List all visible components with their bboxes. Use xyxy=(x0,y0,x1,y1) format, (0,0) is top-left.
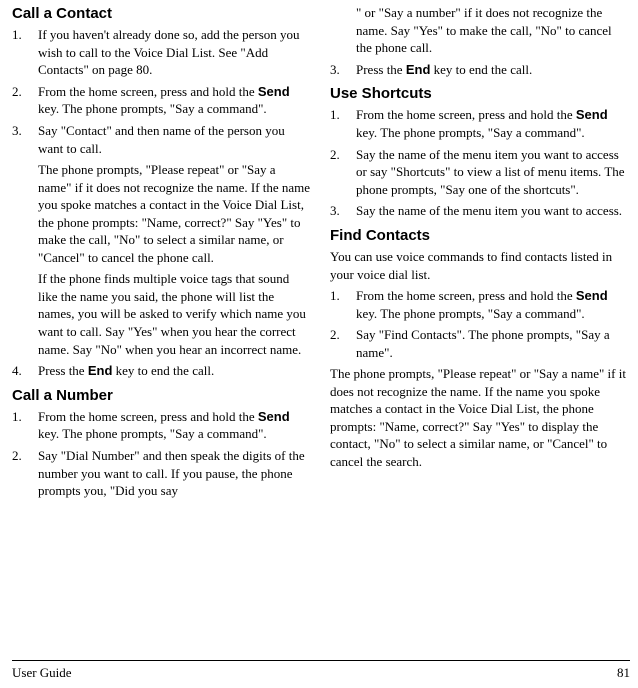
steps-call-number: From the home screen, press and hold the… xyxy=(12,408,312,500)
page-footer: User Guide 81 xyxy=(12,660,630,682)
step-item: From the home screen, press and hold the… xyxy=(330,106,630,141)
step-item: Say "Find Contacts". The phone prompts, … xyxy=(330,326,630,361)
steps-find-contacts: From the home screen, press and hold the… xyxy=(330,287,630,361)
step-item: From the home screen, press and hold the… xyxy=(330,287,630,322)
step-item: From the home screen, press and hold the… xyxy=(12,83,312,118)
right-column: " or "Say a number" if it does not recog… xyxy=(330,4,630,654)
step-text: Say "Dial Number" and then speak the dig… xyxy=(38,447,312,500)
step-item: If you haven't already done so, add the … xyxy=(12,26,312,79)
heading-use-shortcuts: Use Shortcuts xyxy=(330,84,630,104)
footer-left: User Guide xyxy=(12,664,72,682)
step-text: Press the End key to end the call. xyxy=(38,362,312,380)
page-columns: Call a Contact If you haven't already do… xyxy=(12,4,630,654)
steps-use-shortcuts: From the home screen, press and hold the… xyxy=(330,106,630,219)
step-item: Say the name of the menu item you want t… xyxy=(330,202,630,220)
step-text: Say "Contact" and then name of the perso… xyxy=(38,122,312,157)
heading-call-number: Call a Number xyxy=(12,386,312,406)
step-text: If you haven't already done so, add the … xyxy=(38,26,312,79)
heading-find-contacts: Find Contacts xyxy=(330,226,630,246)
step-item: Press the End key to end the call. xyxy=(330,61,630,79)
heading-call-contact: Call a Contact xyxy=(12,4,312,24)
step-item: Say "Dial Number" and then speak the dig… xyxy=(12,447,312,500)
step-text: Say the name of the menu item you want t… xyxy=(356,202,630,220)
step-text: From the home screen, press and hold the… xyxy=(38,83,312,118)
step-text: Say "Find Contacts". The phone prompts, … xyxy=(356,326,630,361)
step-item: Press the End key to end the call. xyxy=(12,362,312,380)
steps-call-contact: If you haven't already done so, add the … xyxy=(12,26,312,379)
find-contacts-outro: The phone prompts, "Please repeat" or "S… xyxy=(330,365,630,470)
step-text: The phone prompts, "Please repeat" or "S… xyxy=(38,161,312,266)
steps-call-number-cont: Press the End key to end the call. xyxy=(330,61,630,79)
step-text: Press the End key to end the call. xyxy=(356,61,630,79)
step-item: Say the name of the menu item you want t… xyxy=(330,146,630,199)
call-number-continuation: " or "Say a number" if it does not recog… xyxy=(330,4,630,57)
step-item: From the home screen, press and hold the… xyxy=(12,408,312,443)
find-contacts-intro: You can use voice commands to find conta… xyxy=(330,248,630,283)
left-column: Call a Contact If you haven't already do… xyxy=(12,4,312,654)
footer-right: 81 xyxy=(617,664,630,682)
step-text: Say the name of the menu item you want t… xyxy=(356,146,630,199)
step-text: From the home screen, press and hold the… xyxy=(38,408,312,443)
step-item: Say "Contact" and then name of the perso… xyxy=(12,122,312,358)
step-text: If the phone finds multiple voice tags t… xyxy=(38,270,312,358)
step-text: From the home screen, press and hold the… xyxy=(356,287,630,322)
step-text: From the home screen, press and hold the… xyxy=(356,106,630,141)
